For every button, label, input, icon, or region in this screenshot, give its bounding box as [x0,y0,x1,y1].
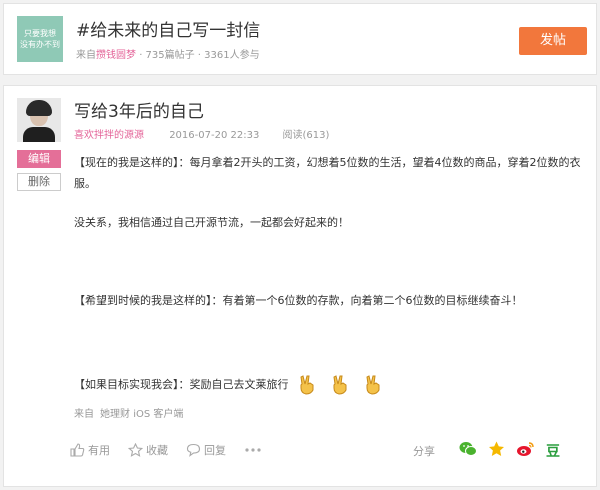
thumb-text-line1: 只要我想 [24,29,56,38]
new-post-button[interactable]: 发帖 [519,27,587,55]
read-count: 阅读(613) [282,130,330,141]
edit-button[interactable]: 编辑 [17,150,61,168]
more-dots-icon [245,448,261,452]
post-author-link[interactable]: 喜欢拌拌的源源 [74,130,144,141]
topic-stats: · 735篇帖子 · 3361人参与 [139,50,260,61]
paragraph-reward: 【如果目标实现我会】：奖励自己去文莱旅行 [74,374,594,395]
like-label: 有用 [88,444,110,457]
post-title: 写给3年后的自己 [74,102,204,122]
delete-button[interactable]: 删除 [17,173,61,191]
victory-hand-emoji-icon [332,374,346,395]
topic-meta: 来自攒钱圆梦 · 735篇帖子 · 3361人参与 [76,46,260,61]
victory-hand-emoji-icon [299,374,313,395]
topic-thumbnail[interactable]: 只要我想 没有办不到 [17,16,63,62]
more-button[interactable] [244,447,265,453]
post-card: 编辑 删除 写给3年后的自己 喜欢拌拌的源源 2016-07-20 22:33 … [3,85,597,487]
weibo-icon[interactable] [516,441,535,461]
post-date: 2016-07-20 22:33 [169,130,260,141]
post-actions: 有用 收藏 回复 [70,442,283,458]
favorite-button[interactable]: 收藏 [128,442,168,458]
post-source: 来自 她理财 iOS 客户端 [74,405,183,420]
favorite-label: 收藏 [146,444,168,457]
post-meta: 喜欢拌拌的源源 2016-07-20 22:33 阅读(613) [74,126,329,141]
share-icons: 豆 [459,441,571,461]
topic-header-card: 只要我想 没有办不到 #给未来的自己写一封信 来自攒钱圆梦 · 735篇帖子 ·… [3,3,597,75]
thumbs-up-icon [70,443,85,457]
share-label: 分享 [413,445,435,458]
star-icon [128,443,143,457]
topic-title[interactable]: #给未来的自己写一封信 [76,16,260,41]
reply-label: 回复 [204,444,226,457]
paragraph-encouragement: 没关系，我相信通过自己开源节流，一起都会好起来的！ [74,216,349,229]
favorite-star-share-icon[interactable] [488,441,505,461]
source-label: 来自 [74,409,94,420]
source-client: iOS 客户端 [133,409,184,420]
reply-button[interactable]: 回复 [186,442,226,458]
wechat-icon[interactable] [459,441,477,461]
comment-icon [186,443,201,457]
reward-text: 【如果目标实现我会】：奖励自己去文莱旅行 [74,378,289,391]
like-button[interactable]: 有用 [70,442,110,458]
avatar[interactable] [17,98,61,142]
douban-icon[interactable]: 豆 [546,441,560,461]
source-app[interactable]: 她理财 [100,409,130,420]
thumb-text-line2: 没有办不到 [20,40,60,49]
topic-author-link[interactable]: 攒钱圆梦 [96,50,136,61]
victory-hand-emoji-icon [365,374,379,395]
from-label: 来自 [76,50,96,61]
paragraph-current-self: 【现在的我是这样的】：每月拿着2开头的工资，幻想着5位数的生活，望着4位数的商品… [74,156,581,190]
paragraph-future-hope: 【希望到时候的我是这样的】：有着第一个6位数的存款，向着第二个6位数的目标继续奋… [74,294,523,307]
